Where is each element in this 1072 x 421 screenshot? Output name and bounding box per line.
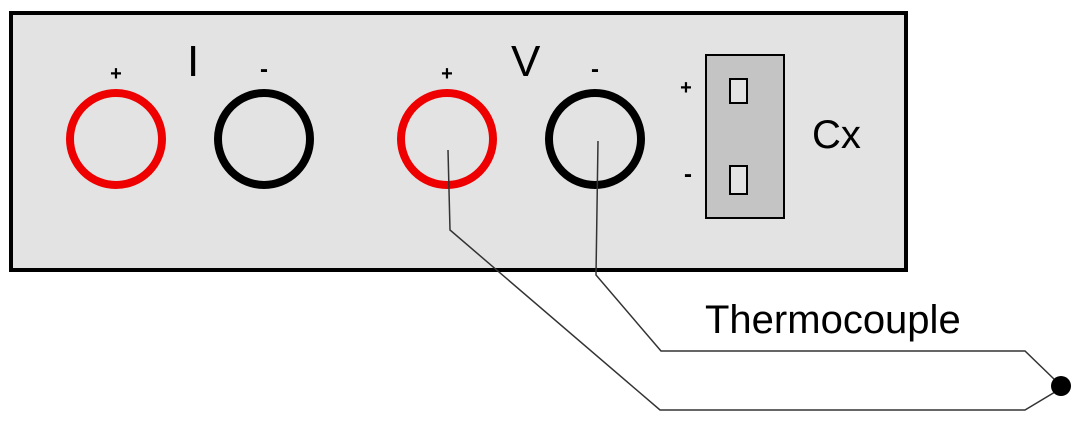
cx-label: Cx bbox=[812, 113, 861, 157]
current-minus-sign: - bbox=[260, 56, 268, 83]
thermocouple-wiring-diagram: I + - V + - + - Cx Thermocouple bbox=[0, 0, 1072, 421]
cx-minus-sign: - bbox=[684, 161, 692, 188]
thermocouple-label: Thermocouple bbox=[705, 298, 961, 342]
diagram-canvas: I + - V + - + - Cx Thermocouple bbox=[9, 11, 1071, 411]
current-plus-sign: + bbox=[110, 63, 122, 85]
cx-negative-pin[interactable] bbox=[729, 165, 748, 195]
cx-plus-sign: + bbox=[680, 77, 692, 99]
current-label: I bbox=[187, 37, 199, 86]
thermocouple-junction bbox=[1051, 376, 1071, 396]
voltage-label: V bbox=[511, 37, 541, 86]
voltage-minus-sign: - bbox=[591, 56, 599, 83]
voltage-plus-sign: + bbox=[441, 63, 453, 85]
cx-positive-pin[interactable] bbox=[729, 78, 748, 104]
